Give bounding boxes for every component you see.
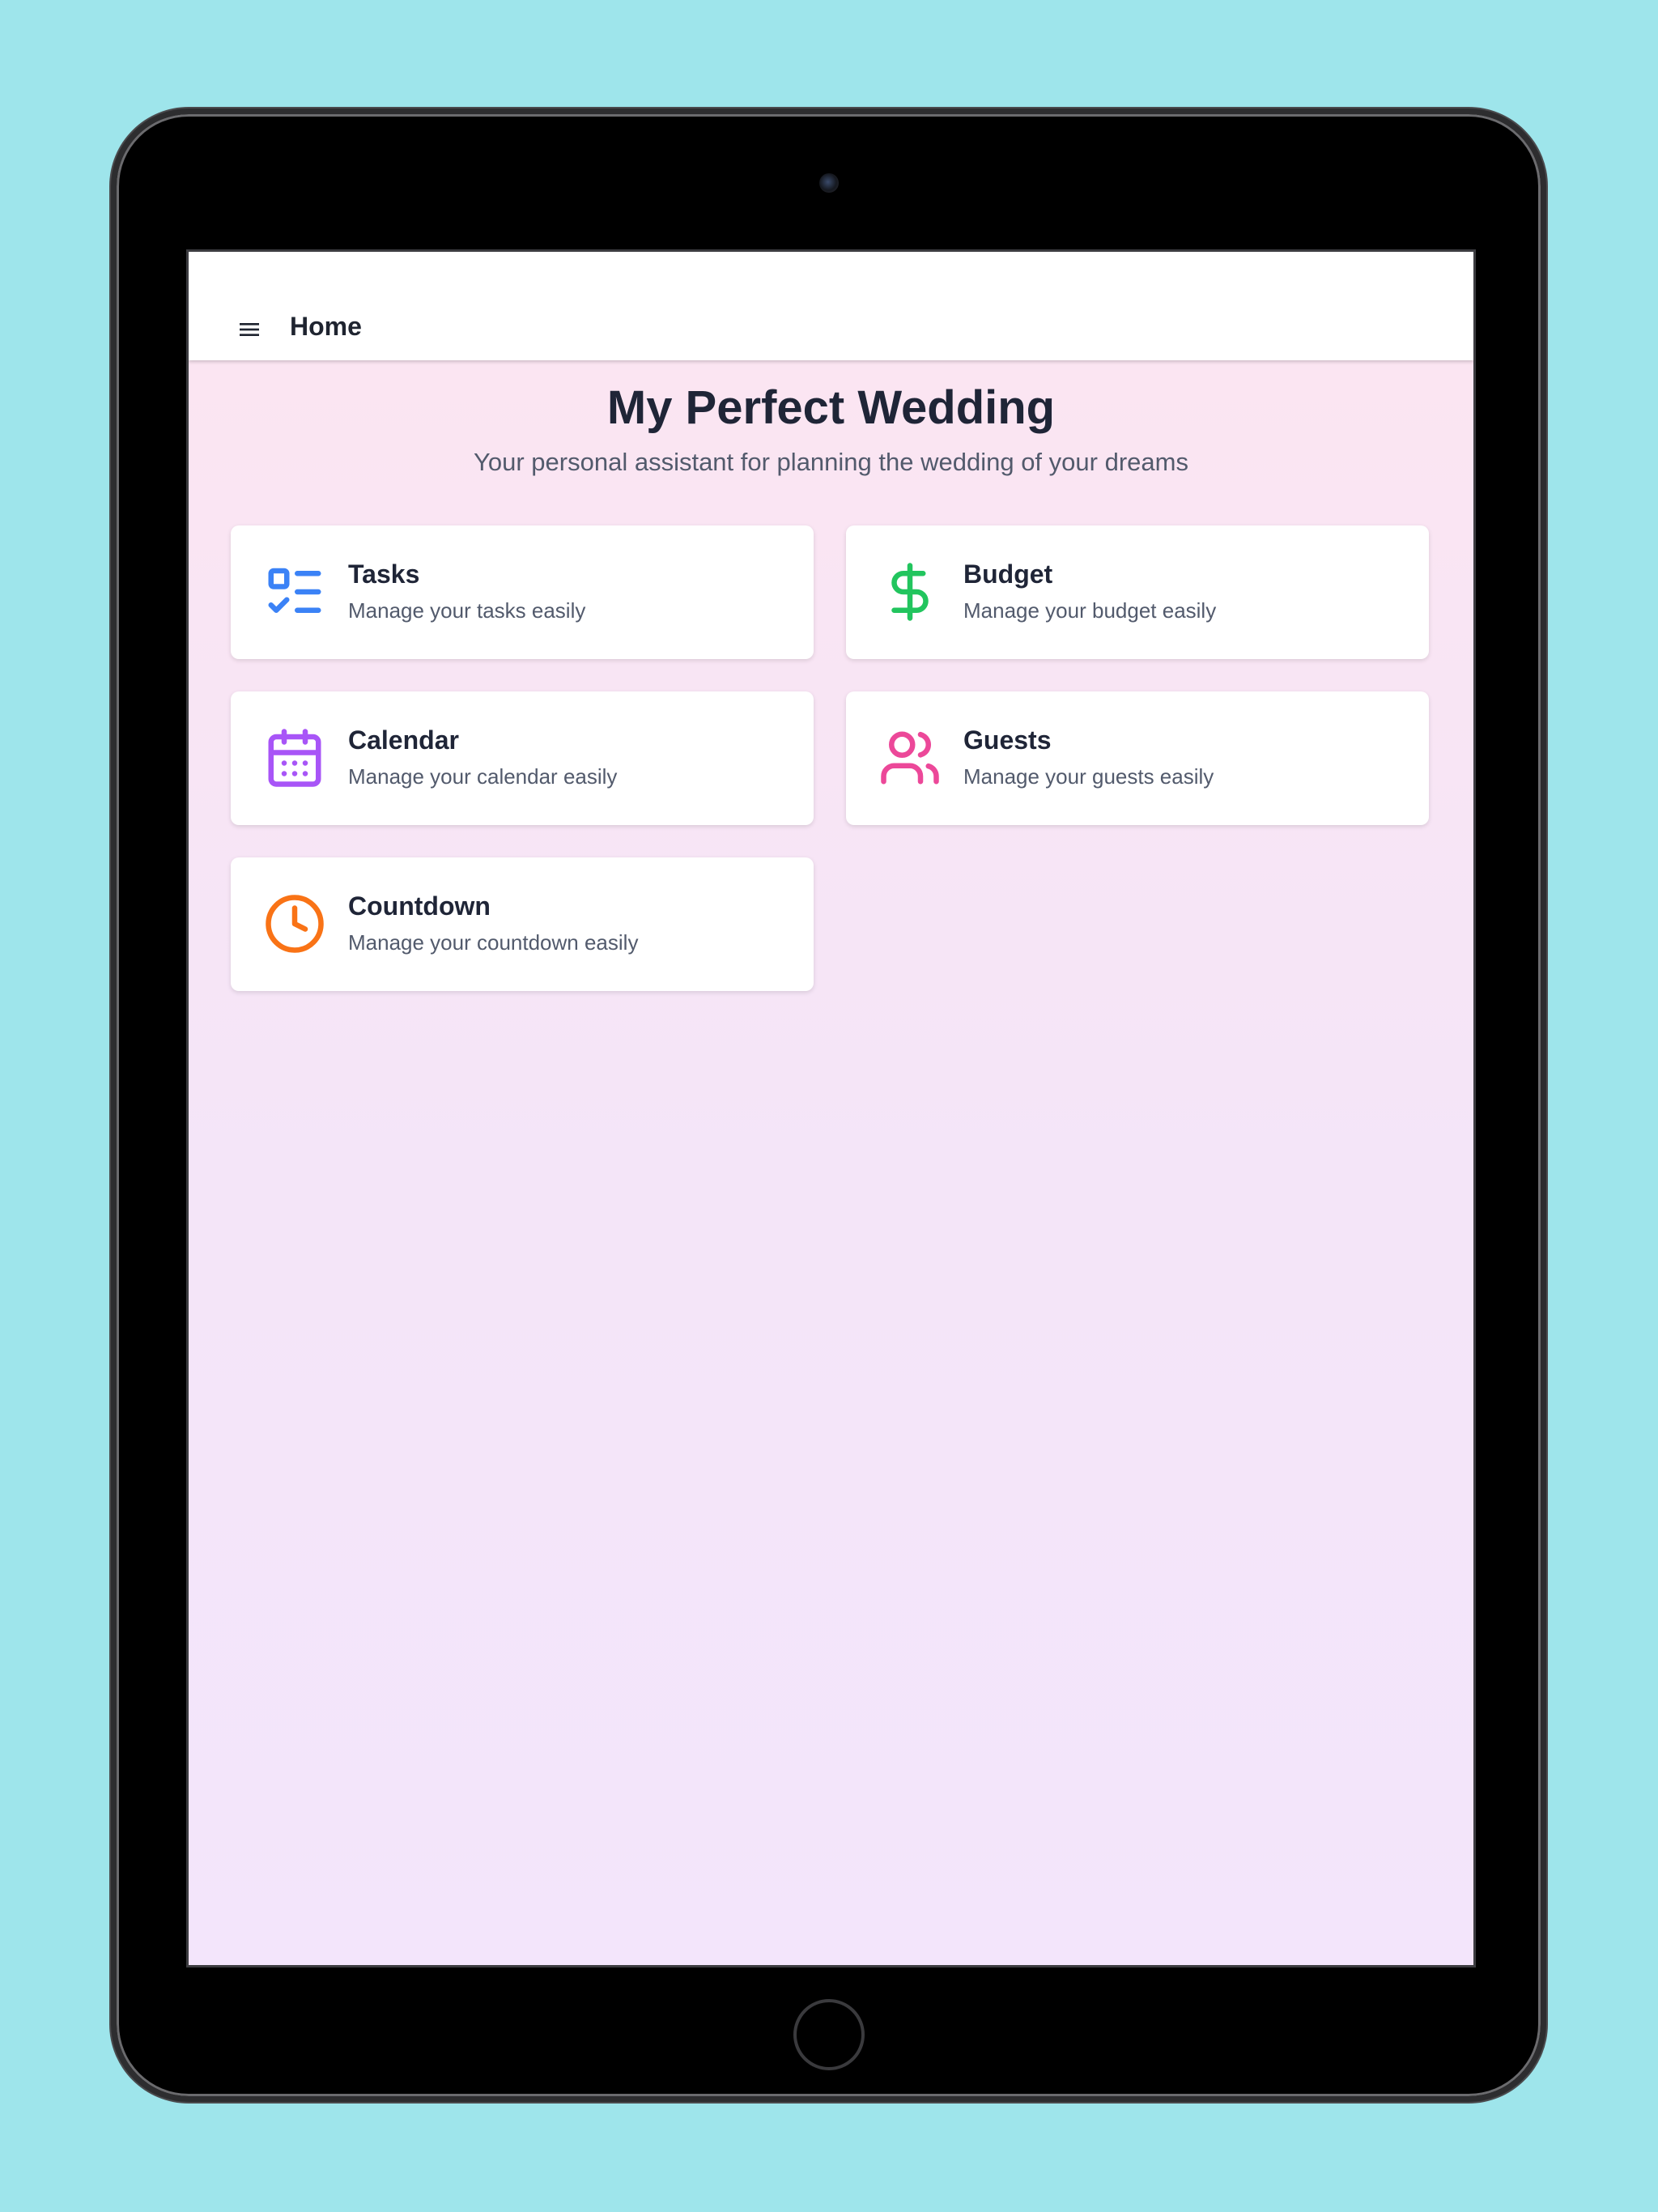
menu-icon [240,323,259,336]
appbar-title: Home [290,312,362,341]
checklist-icon [263,560,326,623]
card-description: Manage your calendar easily [348,764,618,789]
front-camera [819,173,839,193]
app-screen: Home My Perfect Wedding Your personal as… [186,249,1476,1967]
card-title: Countdown [348,891,491,921]
users-icon [878,726,942,789]
dollar-icon [878,560,942,623]
calendar-card[interactable]: Calendar Manage your calendar easily [231,691,814,825]
card-title: Guests [963,725,1052,755]
card-description: Manage your guests easily [963,764,1214,789]
app-bar: Home [189,252,1473,360]
budget-card[interactable]: Budget Manage your budget easily [846,525,1429,659]
menu-button[interactable] [233,313,266,346]
card-title: Budget [963,559,1053,589]
countdown-card[interactable]: Countdown Manage your countdown easily [231,857,814,991]
card-title: Tasks [348,559,420,589]
page-subtitle: Your personal assistant for planning the… [474,448,1188,476]
card-title: Calendar [348,725,459,755]
card-description: Manage your budget easily [963,598,1217,623]
card-description: Manage your countdown easily [348,930,639,955]
tasks-card[interactable]: Tasks Manage your tasks easily [231,525,814,659]
card-description: Manage your tasks easily [348,598,586,623]
guests-card[interactable]: Guests Manage your guests easily [846,691,1429,825]
home-button[interactable] [793,1999,865,2070]
clock-icon [263,892,326,955]
calendar-icon [263,726,326,789]
page-title: My Perfect Wedding [606,381,1056,434]
